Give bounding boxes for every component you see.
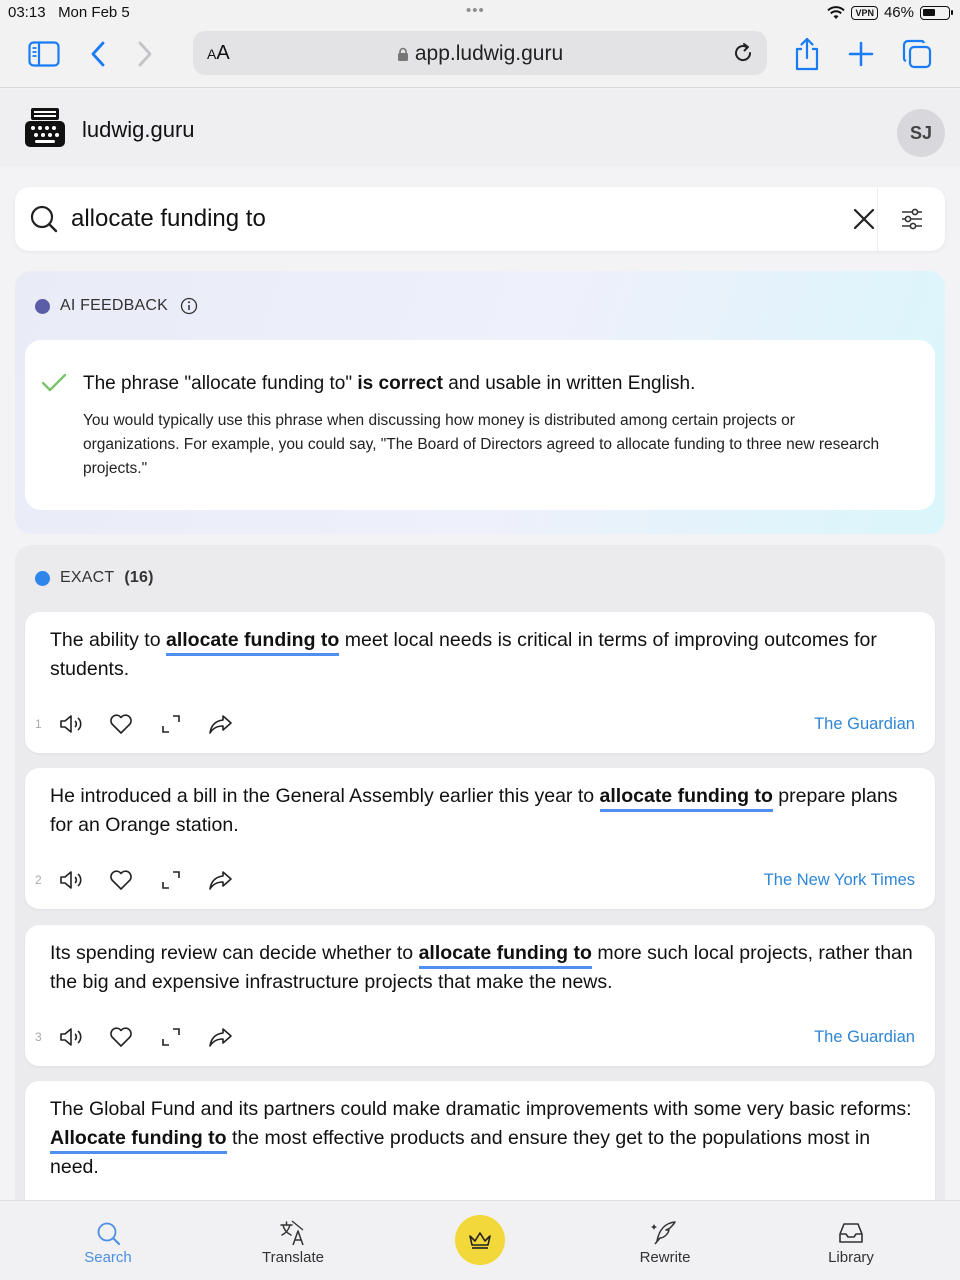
tab-library-label: Library	[828, 1249, 874, 1266]
result-actions	[57, 866, 235, 894]
status-right: VPN 46%	[827, 4, 953, 21]
tab-search[interactable]: Search	[48, 1219, 168, 1266]
exact-label: EXACT	[60, 569, 115, 586]
speaker-icon[interactable]	[57, 866, 85, 894]
ai-feedback-dot	[35, 298, 50, 314]
crown-icon	[469, 1232, 491, 1249]
filter-button[interactable]	[877, 187, 945, 251]
search-input[interactable]	[71, 205, 811, 233]
app-header: ludwig.guru SJ	[0, 89, 960, 167]
premium-crown-button[interactable]	[455, 1215, 505, 1265]
speaker-icon[interactable]	[57, 1023, 85, 1051]
avatar[interactable]: SJ	[897, 109, 945, 157]
translate-icon	[280, 1220, 304, 1246]
ai-feedback-card: The phrase "allocate funding to" is corr…	[25, 340, 935, 510]
result-source-link[interactable]: The Guardian	[814, 715, 915, 734]
inbox-tray-icon	[839, 1223, 863, 1243]
result-sentence: The ability to allocate funding to meet …	[50, 629, 877, 680]
result-actions	[57, 1023, 235, 1051]
ai-feedback-body: You would typically use this phrase when…	[83, 412, 880, 477]
bottom-tab-bar: Search Translate Rewrite Library	[0, 1200, 960, 1280]
lock-icon	[397, 47, 408, 61]
wifi-icon	[827, 5, 846, 19]
expand-icon[interactable]	[157, 866, 185, 894]
exact-header: EXACT (16)	[35, 569, 154, 587]
reload-icon[interactable]	[729, 39, 757, 67]
browser-toolbar: AA app.ludwig.guru	[0, 26, 960, 88]
share-icon[interactable]	[789, 36, 825, 72]
back-icon[interactable]	[80, 36, 116, 72]
speaker-icon[interactable]	[57, 710, 85, 738]
checkmark-icon	[41, 373, 67, 392]
tab-library[interactable]: Library	[791, 1219, 911, 1266]
ai-feedback-headline: The phrase "allocate funding to" is corr…	[83, 373, 696, 394]
search-icon	[97, 1222, 120, 1245]
expand-icon[interactable]	[157, 1023, 185, 1051]
result-sentence: He introduced a bill in the General Asse…	[50, 785, 898, 836]
tab-rewrite[interactable]: Rewrite	[605, 1219, 725, 1266]
ai-feedback-panel: AI FEEDBACK The phrase "allocate funding…	[15, 271, 945, 534]
match-highlight: allocate funding to	[599, 785, 773, 812]
address-bar[interactable]: AA app.ludwig.guru	[193, 31, 767, 75]
result-number: 1	[35, 717, 42, 731]
result-number: 3	[35, 1030, 42, 1044]
filter-sliders-icon	[901, 208, 922, 230]
multitasking-dots[interactable]: •••	[466, 2, 485, 19]
tab-translate-label: Translate	[262, 1249, 324, 1266]
result-source-link[interactable]: The Guardian	[814, 1028, 915, 1047]
typewriter-logo-icon[interactable]	[24, 107, 66, 149]
result-sentence: Its spending review can decide whether t…	[50, 942, 913, 993]
heart-icon[interactable]	[107, 1023, 135, 1051]
battery-percent: 46%	[883, 4, 914, 21]
heart-icon[interactable]	[107, 866, 135, 894]
share-arrow-icon[interactable]	[207, 866, 235, 894]
ai-feedback-header: AI FEEDBACK	[35, 297, 198, 315]
info-icon[interactable]	[180, 297, 198, 315]
forward-icon[interactable]	[127, 36, 163, 72]
match-highlight: allocate funding to	[165, 629, 340, 656]
quill-pen-icon	[651, 1221, 676, 1245]
exact-dot	[35, 570, 50, 586]
match-highlight: allocate funding to	[418, 942, 592, 969]
result-card[interactable]: Its spending review can decide whether t…	[25, 925, 935, 1066]
url-text[interactable]: app.ludwig.guru	[193, 42, 767, 66]
battery-icon	[920, 5, 953, 20]
brand-name[interactable]: ludwig.guru	[82, 117, 195, 143]
result-sentence: The Global Fund and its partners could m…	[50, 1098, 912, 1178]
close-icon[interactable]	[849, 204, 879, 234]
share-arrow-icon[interactable]	[207, 1023, 235, 1051]
result-number: 2	[35, 873, 42, 887]
match-highlight: Allocate funding to	[50, 1127, 227, 1154]
status-bar: 03:13 Mon Feb 5 ••• VPN 46%	[0, 0, 960, 26]
search-bar	[15, 187, 945, 251]
search-icon	[30, 205, 58, 233]
result-card[interactable]: He introduced a bill in the General Asse…	[25, 768, 935, 909]
result-actions	[57, 710, 235, 738]
expand-icon[interactable]	[157, 710, 185, 738]
result-card[interactable]: The ability to allocate funding to meet …	[25, 612, 935, 753]
new-tab-icon[interactable]	[843, 36, 879, 72]
heart-icon[interactable]	[107, 710, 135, 738]
tab-rewrite-label: Rewrite	[639, 1249, 691, 1266]
status-time: 03:13 Mon Feb 5	[8, 4, 130, 21]
tab-translate[interactable]: Translate	[233, 1219, 353, 1266]
result-source-link[interactable]: The New York Times	[764, 871, 915, 890]
share-arrow-icon[interactable]	[207, 710, 235, 738]
ai-feedback-label: AI FEEDBACK	[60, 297, 169, 314]
vpn-badge: VPN	[851, 5, 878, 20]
exact-results-panel: EXACT (16) The ability to allocate fundi…	[15, 545, 945, 1261]
exact-count: (16)	[124, 569, 154, 586]
tab-search-label: Search	[84, 1249, 132, 1266]
tabs-overview-icon[interactable]	[899, 36, 935, 72]
sidebar-icon[interactable]	[26, 36, 62, 72]
